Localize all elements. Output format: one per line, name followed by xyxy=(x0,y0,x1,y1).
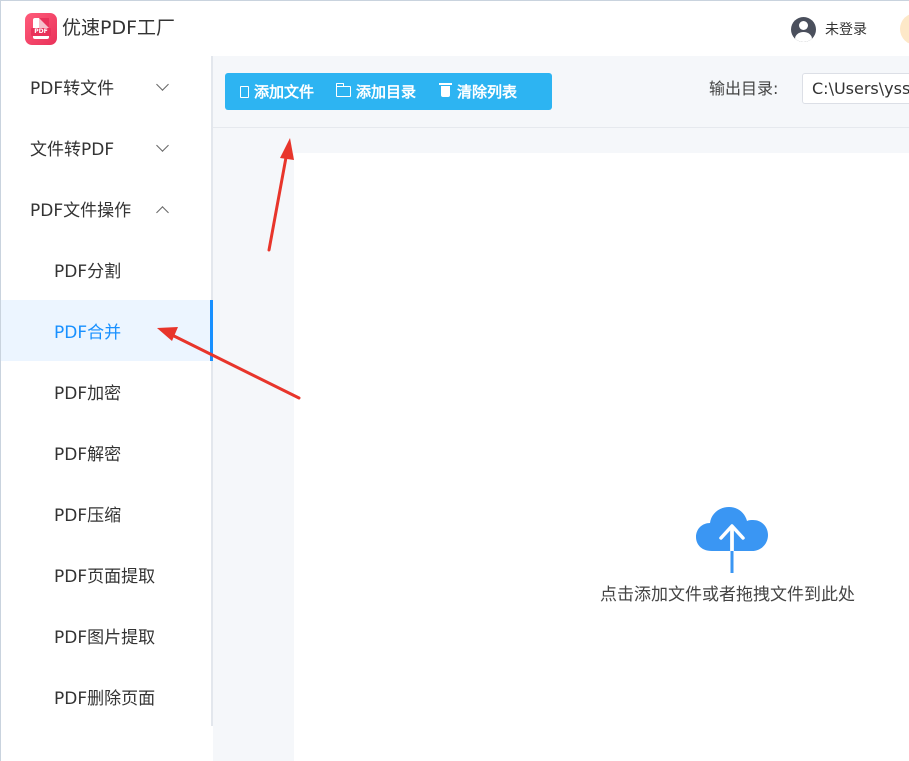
cloud-upload-icon xyxy=(696,507,768,575)
user-login[interactable]: 未登录 xyxy=(791,15,867,43)
output-dir-label: 输出目录: xyxy=(709,79,779,98)
user-avatar-icon[interactable] xyxy=(791,16,816,42)
sidebar-item-label: 文件转PDF xyxy=(30,140,115,160)
add-file-button[interactable]: 添加文件 xyxy=(240,73,314,110)
sidebar: PDF转文件 文件转PDF PDF文件操作 PDF分割 PDF合并 PDF加密 … xyxy=(0,56,213,726)
sidebar-item-label: PDF合并 xyxy=(54,323,122,343)
sidebar-item-pdf-to-file[interactable]: PDF转文件 xyxy=(0,56,211,117)
sidebar-item-label: PDF加密 xyxy=(54,384,122,404)
chevron-down-icon xyxy=(156,78,169,91)
avatar-circle-icon[interactable] xyxy=(900,13,909,45)
clear-list-button[interactable]: 清除列表 xyxy=(439,73,517,110)
sidebar-item-pdf-split[interactable]: PDF分割 xyxy=(0,239,211,300)
file-drop-zone[interactable]: 点击添加文件或者拖拽文件到此处 xyxy=(294,153,909,761)
sidebar-item-pdf-merge[interactable]: PDF合并 xyxy=(0,300,213,361)
sidebar-item-label: PDF压缩 xyxy=(54,506,122,526)
output-dir-input[interactable]: C:\Users\yss xyxy=(802,73,909,104)
sidebar-item-pdf-page-extract[interactable]: PDF页面提取 xyxy=(0,544,211,605)
app-logo-icon: PDF xyxy=(25,13,57,45)
sidebar-item-pdf-compress[interactable]: PDF压缩 xyxy=(0,483,211,544)
chevron-down-icon xyxy=(156,139,169,152)
sidebar-footer xyxy=(0,726,213,761)
drop-zone-hint: 点击添加文件或者拖拽文件到此处 xyxy=(600,585,855,605)
sidebar-item-label: PDF删除页面 xyxy=(54,689,156,709)
sidebar-item-file-to-pdf[interactable]: 文件转PDF xyxy=(0,117,211,178)
sidebar-item-pdf-operations[interactable]: PDF文件操作 xyxy=(0,178,211,239)
trash-icon xyxy=(439,83,453,97)
title-bar: PDF 优速PDF工厂 未登录 xyxy=(0,0,909,56)
sidebar-item-pdf-decrypt[interactable]: PDF解密 xyxy=(0,422,211,483)
clear-list-label: 清除列表 xyxy=(457,83,518,101)
sidebar-item-label: PDF页面提取 xyxy=(54,567,156,587)
sidebar-item-label: PDF转文件 xyxy=(30,79,115,99)
main-panel: 添加文件 添加目录 清除列表 输出目录: C:\Users\yss 点击添加文件… xyxy=(213,56,909,761)
add-directory-button[interactable]: 添加目录 xyxy=(336,73,416,110)
chevron-up-icon xyxy=(156,206,169,219)
toolbar-divider xyxy=(213,127,909,128)
sidebar-item-label: PDF图片提取 xyxy=(54,628,156,648)
sidebar-item-label: PDF文件操作 xyxy=(30,201,132,221)
toolbar-button-group: 添加文件 添加目录 清除列表 xyxy=(225,73,552,110)
sidebar-item-label: PDF分割 xyxy=(54,262,122,282)
file-icon xyxy=(240,85,249,98)
app-title: 优速PDF工厂 xyxy=(62,17,176,39)
login-status-label[interactable]: 未登录 xyxy=(825,19,867,39)
sidebar-item-label: PDF解密 xyxy=(54,445,122,465)
folder-icon xyxy=(336,83,352,97)
sidebar-item-pdf-image-extract[interactable]: PDF图片提取 xyxy=(0,605,211,666)
sidebar-item-pdf-delete-pages[interactable]: PDF删除页面 xyxy=(0,666,211,727)
logo-tag: PDF xyxy=(31,28,51,36)
add-directory-label: 添加目录 xyxy=(356,83,417,101)
sidebar-item-pdf-encrypt[interactable]: PDF加密 xyxy=(0,361,211,422)
add-file-label: 添加文件 xyxy=(254,83,315,101)
